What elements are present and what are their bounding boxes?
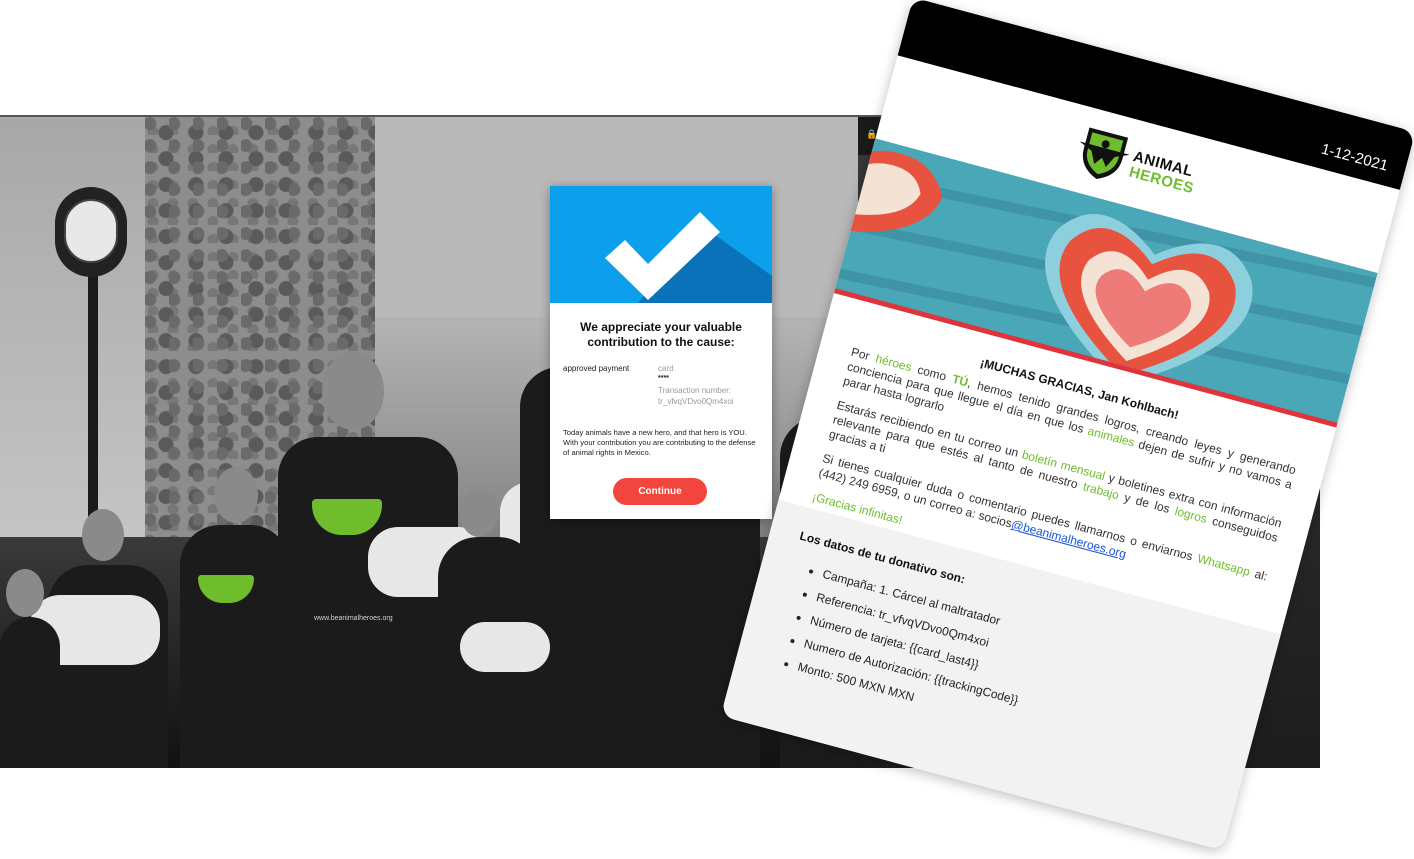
modal-message: Today animals have a new hero, and that … bbox=[563, 428, 756, 457]
sky bbox=[0, 117, 145, 537]
person-center bbox=[278, 437, 458, 768]
clock-face bbox=[64, 199, 118, 263]
person-head bbox=[322, 352, 384, 430]
person-head bbox=[214, 467, 258, 523]
highlight-whatsapp: Whatsapp bbox=[1195, 551, 1252, 579]
payment-method: card bbox=[658, 364, 674, 373]
screenshot-stage: 🔒 Donativo s www.beanimalheroes.org bbox=[0, 0, 1414, 859]
checkmark-icon bbox=[550, 186, 772, 303]
continue-button[interactable]: Continue bbox=[613, 478, 707, 505]
person-left bbox=[180, 525, 290, 768]
payment-details: approved payment card **** Transaction n… bbox=[550, 364, 772, 424]
transaction-number: tr_vfvqVDvo0Qm4xoi bbox=[658, 397, 734, 406]
payment-status-label: approved payment bbox=[563, 364, 630, 373]
modal-header-banner bbox=[550, 186, 772, 303]
modal-title: We appreciate your valuable contribution… bbox=[580, 320, 742, 349]
transaction-label: Transaction number: bbox=[658, 386, 732, 395]
shirt-website: www.beanimalheroes.org bbox=[314, 615, 393, 622]
person-head bbox=[460, 489, 498, 537]
person-head bbox=[6, 569, 44, 617]
payment-confirmation-modal: We appreciate your valuable contribution… bbox=[550, 186, 772, 519]
person-edge-left bbox=[0, 617, 60, 768]
animal-cloth bbox=[460, 622, 550, 672]
person-head bbox=[82, 509, 124, 561]
card-mask: **** bbox=[658, 375, 669, 382]
